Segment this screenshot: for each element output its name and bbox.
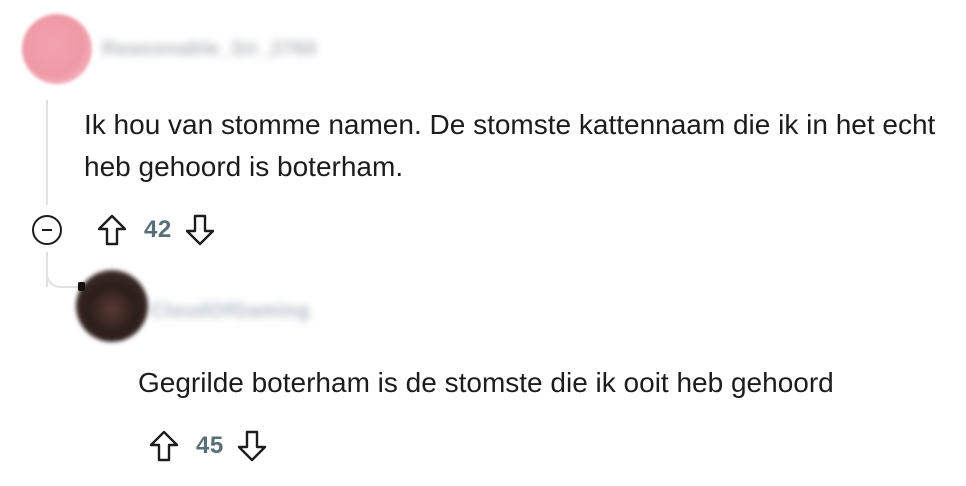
comment-body: Gegrilde boterham is de stomste die ik o… <box>138 367 834 398</box>
comment-body: Ik hou van stomme namen. De stomste katt… <box>84 109 936 182</box>
avatar[interactable] <box>76 270 148 342</box>
downvote-arrow-icon[interactable] <box>182 210 218 250</box>
vote-score: 42 <box>144 216 172 243</box>
avatar[interactable] <box>22 14 92 84</box>
comment-author[interactable]: CloudOfGaming <box>150 300 310 323</box>
thread-line[interactable] <box>46 100 48 205</box>
collapse-thread-button[interactable] <box>32 215 62 245</box>
vote-score: 45 <box>196 432 224 459</box>
upvote-arrow-icon[interactable] <box>94 210 130 250</box>
vote-controls: 42 <box>94 210 218 250</box>
reply-connector <box>46 270 80 288</box>
avatar-badge <box>78 282 85 291</box>
comment-author[interactable]: Reasonable_Sir_2760 <box>102 38 317 61</box>
downvote-arrow-icon[interactable] <box>234 426 270 466</box>
upvote-arrow-icon[interactable] <box>146 426 182 466</box>
vote-controls: 45 <box>146 426 270 466</box>
